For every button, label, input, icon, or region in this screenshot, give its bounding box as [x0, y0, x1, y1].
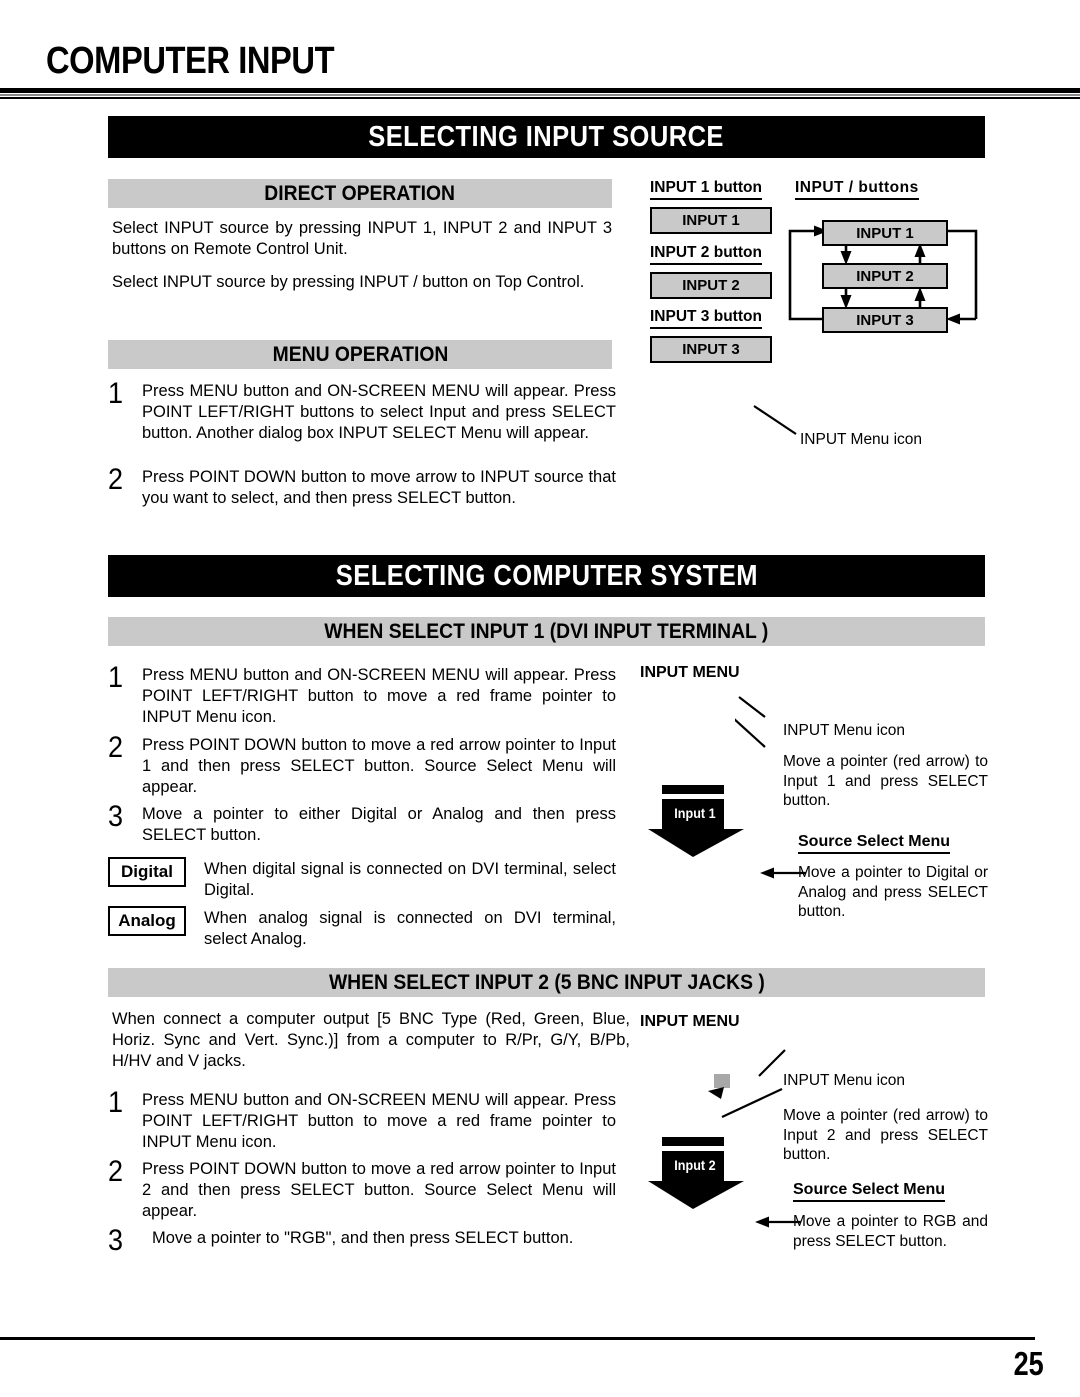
subsection-bar-direct-operation: DIRECT OPERATION	[108, 179, 612, 208]
callout-input-menu-icon: INPUT Menu icon	[800, 431, 923, 448]
subsection-bar-menu-operation: MENU OPERATION	[108, 340, 612, 369]
step-text: Press POINT DOWN button to move a red ar…	[142, 1160, 616, 1220]
mode-row-analog: Analog When analog signal is connected o…	[108, 906, 616, 950]
label-input-3-button: INPUT 3 button	[650, 308, 762, 329]
subsection-bar-menu-operation-label: MENU OPERATION	[272, 342, 448, 366]
callout-input1-move-pointer: Move a pointer (red arrow) to Input 1 an…	[783, 753, 988, 809]
document-page: COMPUTER INPUT SELECTING INPUT SOURCE DI…	[0, 0, 1080, 1397]
mode-row-digital: Digital When digital signal is connected…	[108, 857, 616, 901]
input1-step-1: 1 Press MENU button and ON-SCREEN MENU w…	[108, 661, 616, 728]
title-rule-gray	[0, 94, 1080, 96]
cycle-box-input-3: INPUT 3	[822, 307, 948, 333]
input-menu-heading-2: INPUT MENU	[640, 1013, 740, 1030]
step-number: 2	[108, 1155, 124, 1188]
input-2-arrow-graphic	[648, 1137, 744, 1209]
input-2-arrow-label: Input 2	[674, 1157, 716, 1173]
step-number: 3	[108, 1224, 124, 1257]
callout-input1-menu-icon: INPUT Menu icon	[783, 722, 906, 739]
page-number: 25	[1013, 1345, 1044, 1382]
mode-chip-analog[interactable]: Analog	[108, 906, 186, 936]
step-text: Press MENU button and ON-SCREEN MENU wil…	[142, 1091, 616, 1151]
source-select-menu-heading-2: Source Select Menu	[793, 1181, 946, 1202]
cycle-box-input-2: INPUT 2	[822, 263, 948, 289]
key-input-3[interactable]: INPUT 3	[650, 336, 772, 363]
key-input-2[interactable]: INPUT 2	[650, 272, 772, 299]
subsection-bar-direct-operation-label: DIRECT OPERATION	[264, 181, 456, 205]
input2-step-3: 3 Move a pointer to "RGB", and then pres…	[108, 1224, 616, 1257]
step-number: 1	[108, 377, 124, 410]
subsection-bar-when-input-1-label: WHEN SELECT INPUT 1 (DVI INPUT TERMINAL …	[324, 619, 769, 643]
step-number: 2	[108, 731, 124, 764]
section-banner-input-source-label: SELECTING INPUT SOURCE	[368, 120, 725, 153]
label-input-cycle-buttons: INPUT / buttons	[795, 179, 919, 200]
step-text: Move a pointer to "RGB", and then press …	[152, 1229, 574, 1247]
input-menu-heading-1: INPUT MENU	[640, 664, 740, 681]
title-rule-thick	[0, 88, 1080, 93]
step-text: Press MENU button and ON-SCREEN MENU wil…	[142, 382, 616, 442]
input-1-arrow-graphic	[648, 785, 744, 857]
input1-step-3: 3 Move a pointer to either Digital or An…	[108, 800, 616, 846]
step-number: 1	[108, 1086, 124, 1119]
mode-chip-digital[interactable]: Digital	[108, 857, 186, 887]
step-text: Press MENU button and ON-SCREEN MENU wil…	[142, 666, 616, 726]
subsection-bar-when-input-2: WHEN SELECT INPUT 2 (5 BNC INPUT JACKS )	[108, 968, 985, 997]
callout-input1-source-select: Move a pointer to Digital or Analog and …	[798, 864, 988, 920]
input2-step-1: 1 Press MENU button and ON-SCREEN MENU w…	[108, 1086, 616, 1153]
key-input-1[interactable]: INPUT 1	[650, 207, 772, 234]
callout-input2-menu-icon: INPUT Menu icon	[783, 1072, 906, 1089]
section-banner-input-source: SELECTING INPUT SOURCE	[108, 116, 985, 158]
step-text: Press POINT DOWN button to move arrow to…	[142, 468, 616, 507]
menu-operation-step-1: 1 Press MENU button and ON-SCREEN MENU w…	[108, 377, 616, 444]
input2-step-2: 2 Press POINT DOWN button to move a red …	[108, 1155, 616, 1222]
source-select-menu-heading-1: Source Select Menu	[798, 833, 951, 854]
mode-text-digital: When digital signal is connected on DVI …	[204, 860, 616, 899]
footer-rule	[0, 1337, 1035, 1340]
section-banner-computer-system: SELECTING COMPUTER SYSTEM	[108, 555, 985, 597]
input-menu-icon-glyph	[714, 1074, 730, 1088]
cycle-box-input-1: INPUT 1	[822, 220, 948, 246]
label-input-1-button: INPUT 1 button	[650, 179, 762, 200]
step-number: 2	[108, 463, 124, 496]
step-text: Press POINT DOWN button to move a red ar…	[142, 736, 616, 796]
subsection-bar-when-input-1: WHEN SELECT INPUT 1 (DVI INPUT TERMINAL …	[108, 617, 985, 646]
step-number: 3	[108, 800, 124, 833]
input2-intro-paragraph: When connect a computer output [5 BNC Ty…	[112, 1010, 630, 1070]
callout-input2-source-select: Move a pointer to RGB and press SELECT b…	[793, 1213, 988, 1250]
mode-text-analog: When analog signal is connected on DVI t…	[204, 909, 616, 948]
input-1-arrow-label: Input 1	[674, 805, 716, 821]
direct-operation-paragraph-2: Select INPUT source by pressing INPUT / …	[112, 273, 585, 291]
leader-line-input2-menu-icon	[758, 1049, 786, 1077]
step-text: Move a pointer to either Digital or Anal…	[142, 805, 616, 844]
leader-arrow-input2-move	[708, 1087, 783, 1118]
label-input-2-button: INPUT 2 button	[650, 244, 762, 265]
menu-operation-step-2: 2 Press POINT DOWN button to move arrow …	[108, 463, 616, 509]
page-title: COMPUTER INPUT	[46, 40, 335, 82]
input1-step-2: 2 Press POINT DOWN button to move a red …	[108, 731, 616, 798]
step-number: 1	[108, 661, 124, 694]
leader-line-menu-icon	[753, 405, 797, 435]
direct-operation-paragraph-1: Select INPUT source by pressing INPUT 1,…	[112, 219, 612, 258]
callout-input2-move-pointer: Move a pointer (red arrow) to Input 2 an…	[783, 1107, 988, 1163]
section-banner-computer-system-label: SELECTING COMPUTER SYSTEM	[335, 559, 758, 592]
title-rule-thin	[0, 97, 1080, 99]
subsection-bar-when-input-2-label: WHEN SELECT INPUT 2 (5 BNC INPUT JACKS )	[328, 970, 765, 994]
